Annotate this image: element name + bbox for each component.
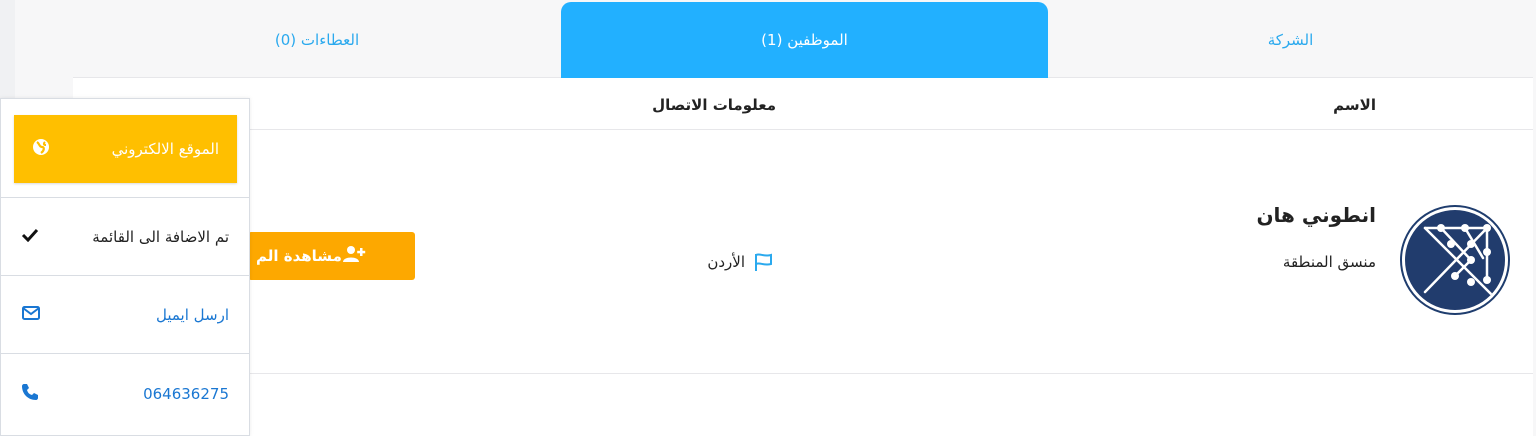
table-row: انطوني هان منسق المنطقة الأردن مشاهدة ال…	[73, 131, 1533, 374]
avatar[interactable]	[1400, 205, 1510, 315]
avatar-logo	[1405, 210, 1505, 310]
phone-icon	[21, 383, 39, 405]
website-label: الموقع الالكتروني	[111, 140, 219, 158]
tabs-bar: الشركة الموظفين (1) العطاءات (0)	[73, 0, 1533, 78]
added-to-list-item[interactable]: تم الاضافة الى القائمة	[1, 198, 249, 276]
tab-company-label: الشركة	[1267, 31, 1314, 49]
tab-offers[interactable]: العطاءات (0)	[73, 2, 561, 78]
logo-icon	[1423, 224, 1493, 296]
header-contact: معلومات الاتصال	[652, 96, 776, 114]
table-header: الاسم معلومات الاتصال	[73, 79, 1533, 130]
added-label: تم الاضافة الى القائمة	[92, 227, 229, 246]
add-user-icon	[342, 245, 366, 267]
flag-icon	[753, 252, 775, 272]
website-button[interactable]: الموقع الالكتروني	[14, 115, 237, 183]
page: الشركة الموظفين (1) العطاءات (0) الاسم م…	[0, 0, 1536, 436]
header-name: الاسم	[1333, 96, 1376, 114]
employee-name: انطوني هان	[1256, 203, 1376, 227]
globe-icon	[32, 138, 50, 160]
employee-country: الأردن	[707, 252, 775, 272]
phone-item[interactable]: 064636275	[1, 354, 249, 434]
envelope-icon	[21, 305, 41, 325]
tab-employees-label: الموظفين (1)	[761, 31, 848, 49]
tab-employees[interactable]: الموظفين (1)	[561, 2, 1048, 78]
phone-label: 064636275	[143, 385, 229, 403]
view-profile-label: مشاهدة الم	[256, 247, 342, 265]
contact-dropdown-menu: الموقع الالكتروني تم الاضافة الى القائمة…	[0, 98, 250, 436]
employee-role: منسق المنطقة	[1282, 253, 1376, 271]
send-email-item[interactable]: ارسل ايميل	[1, 276, 249, 354]
check-icon	[21, 228, 39, 246]
tab-offers-label: العطاءات (0)	[274, 31, 360, 49]
main-panel: الشركة الموظفين (1) العطاءات (0) الاسم م…	[73, 0, 1533, 436]
email-label: ارسل ايميل	[155, 305, 229, 324]
view-profile-button[interactable]: مشاهدة الم	[248, 232, 415, 280]
tab-company[interactable]: الشركة	[1048, 2, 1533, 78]
country-label: الأردن	[707, 253, 745, 271]
